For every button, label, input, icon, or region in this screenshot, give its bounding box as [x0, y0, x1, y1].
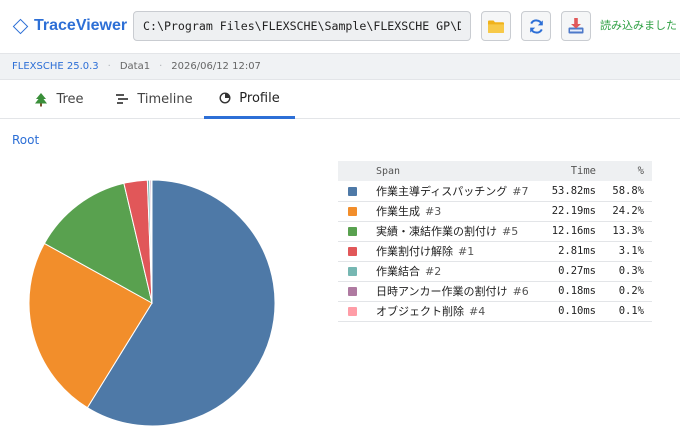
open-folder-button[interactable] [481, 11, 511, 41]
separator-dot: · [107, 61, 111, 72]
table-row[interactable]: 作業主導ディスパッチング #7 53.82ms 58.8% [338, 181, 652, 202]
legend-swatch [348, 186, 357, 196]
legend-swatch [348, 227, 357, 236]
span-id: #1 [458, 245, 475, 258]
table-header-row: Span Time % [338, 161, 652, 181]
logo-diamond-icon [12, 18, 29, 34]
table-row[interactable]: 作業割付け解除 #1 2.81ms 3.1% [338, 241, 652, 262]
span-name: 実績・凍結作業の割付け [376, 225, 497, 238]
span-name: 作業割付け解除 [376, 245, 453, 258]
reload-button[interactable] [521, 11, 551, 41]
tab-label: Timeline [137, 91, 193, 107]
download-icon [568, 18, 584, 34]
refresh-icon [529, 18, 543, 34]
tab-timeline[interactable]: Timeline [104, 80, 204, 118]
tab-label: Profile [239, 90, 280, 106]
time-cell: 22.19ms [532, 201, 596, 222]
breadcrumb-root[interactable]: Root [12, 133, 39, 147]
time-cell: 0.10ms [532, 301, 596, 322]
tab-tree[interactable]: Tree [14, 80, 104, 118]
span-name-cell: 日時アンカー作業の割付け #6 [372, 281, 532, 302]
span-name-cell: オブジェクト削除 #4 [372, 301, 532, 322]
profile-pie-chart [28, 179, 276, 427]
span-id: #7 [512, 184, 529, 198]
info-bar: FLEXSCHE 25.0.3 · Data1 · 2026/06/12 12:… [0, 53, 680, 80]
color-swatch [338, 261, 372, 282]
separator-dot: · [159, 61, 163, 72]
view-tabs: Tree Timeline Profile [0, 80, 680, 119]
app-title: TraceViewer [34, 17, 128, 34]
timestamp-label: 2026/06/12 12:07 [171, 61, 261, 72]
file-path-input[interactable] [133, 11, 471, 41]
span-header: Span [372, 161, 532, 181]
table-row[interactable]: 作業結合 #2 0.27ms 0.3% [338, 261, 652, 282]
save-button[interactable] [561, 11, 591, 41]
pie-icon [219, 92, 231, 104]
span-table: Span Time % 作業主導ディスパッチング #7 53.82ms 58.8% 作業… [338, 161, 652, 322]
span-id: #4 [469, 305, 486, 318]
table-row[interactable]: 日時アンカー作業の割付け #6 0.18ms 0.2% [338, 281, 652, 302]
span-name-cell: 作業生成 #3 [372, 201, 532, 222]
folder-icon [488, 20, 504, 33]
pct-cell: 0.2% [596, 281, 652, 302]
time-cell: 2.81ms [532, 241, 596, 262]
color-swatch [338, 281, 372, 302]
table-row[interactable]: 実績・凍結作業の割付け #5 12.16ms 13.3% [338, 221, 652, 242]
legend-swatch [348, 307, 357, 316]
time-cell: 0.27ms [532, 261, 596, 282]
legend-swatch [348, 287, 357, 296]
table-row[interactable]: オブジェクト削除 #4 0.10ms 0.1% [338, 301, 652, 322]
pct-cell: 0.1% [596, 301, 652, 322]
header: TraceViewer 読み込みました [0, 0, 680, 53]
color-swatch [338, 201, 372, 222]
span-name: 作業主導ディスパッチング [376, 184, 508, 198]
color-swatch [338, 221, 372, 242]
span-name-cell: 作業割付け解除 #1 [372, 241, 532, 262]
table-body: 作業主導ディスパッチング #7 53.82ms 58.8% 作業生成 #3 22.19ms 2… [338, 181, 652, 322]
time-header: Time [532, 161, 596, 181]
legend-swatch [348, 267, 357, 276]
table-row[interactable]: 作業生成 #3 22.19ms 24.2% [338, 201, 652, 222]
span-id: #6 [512, 285, 529, 298]
span-name: オブジェクト削除 [376, 305, 464, 318]
legend-swatch [348, 247, 357, 256]
pct-cell: 24.2% [596, 201, 652, 222]
legend-swatch [348, 207, 357, 216]
pct-cell: 58.8% [596, 181, 652, 202]
time-cell: 12.16ms [532, 221, 596, 242]
span-name: 作業生成 [376, 205, 420, 218]
span-id: #2 [425, 265, 442, 278]
span-id: #5 [502, 225, 519, 238]
version-label: FLEXSCHE 25.0.3 [12, 61, 99, 72]
status-text: 読み込みました [600, 19, 677, 32]
span-name-cell: 作業主導ディスパッチング #7 [372, 181, 532, 202]
time-cell: 53.82ms [532, 181, 596, 202]
pct-header: % [596, 161, 652, 181]
tree-icon [35, 92, 48, 106]
time-cell: 0.18ms [532, 281, 596, 302]
pct-cell: 13.3% [596, 221, 652, 242]
swatch-header [338, 161, 372, 181]
dataset-label: Data1 [119, 61, 151, 72]
tab-label: Tree [56, 91, 84, 107]
span-name: 作業結合 [376, 265, 420, 278]
color-swatch [338, 241, 372, 262]
pct-cell: 3.1% [596, 241, 652, 262]
brand: TraceViewer [12, 14, 127, 38]
span-name-cell: 作業結合 #2 [372, 261, 532, 282]
span-name-cell: 実績・凍結作業の割付け #5 [372, 221, 532, 242]
tab-profile[interactable]: Profile [204, 80, 295, 119]
color-swatch [338, 181, 372, 202]
timeline-icon [116, 94, 129, 104]
pct-cell: 0.3% [596, 261, 652, 282]
color-swatch [338, 301, 372, 322]
span-id: #3 [425, 205, 442, 218]
span-name: 日時アンカー作業の割付け [376, 285, 508, 298]
